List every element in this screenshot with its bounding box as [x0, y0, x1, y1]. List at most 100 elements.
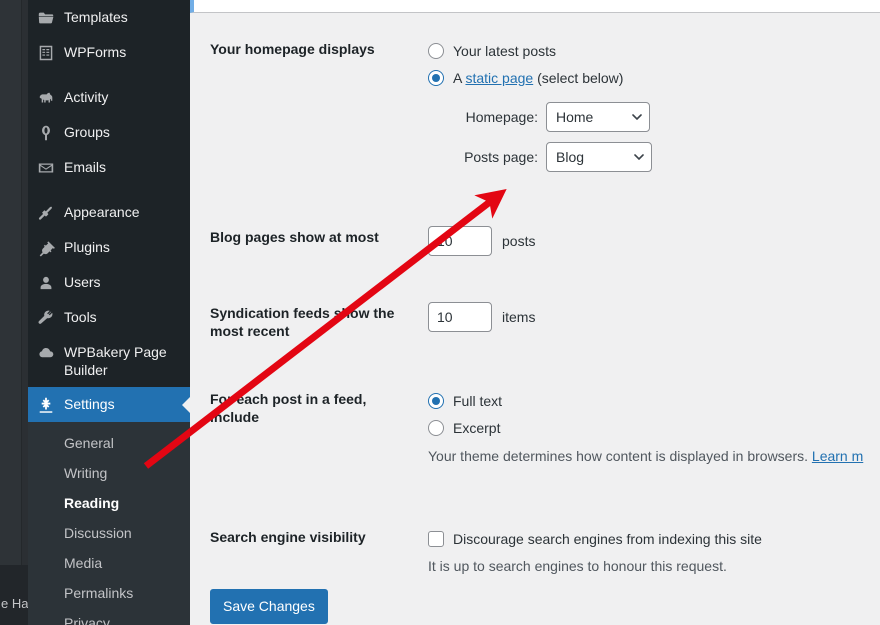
- radio-full-text[interactable]: Full text: [428, 391, 880, 411]
- settings-icon: [28, 395, 64, 414]
- submenu-item-media[interactable]: Media: [28, 548, 190, 578]
- form-icon: [28, 43, 64, 62]
- field-syndication-feeds: 10 items: [420, 290, 880, 344]
- field-search-visibility: Discourage search engines from indexing …: [420, 514, 880, 588]
- chevron-down-icon: [632, 114, 642, 120]
- admin-notice: [190, 0, 880, 13]
- posts-page-select-row: Posts page: Blog: [428, 142, 880, 172]
- label-homepage-displays: Your homepage displays: [210, 41, 375, 57]
- sidebar-item-label: Settings: [64, 396, 115, 412]
- posts-page-select[interactable]: Blog: [546, 142, 652, 172]
- sidebar-item-label: Appearance: [64, 204, 140, 220]
- radio-static-page[interactable]: A static page (select below): [428, 68, 880, 88]
- sidebar-item-tools[interactable]: Tools: [28, 300, 190, 335]
- settings-submenu: General Writing Reading Discussion Media Perm…: [28, 422, 190, 625]
- checkbox-discourage-search-engines[interactable]: Discourage search engines from indexing …: [428, 529, 880, 549]
- learn-more-link[interactable]: Learn m: [812, 448, 863, 464]
- save-changes-button[interactable]: Save Changes: [210, 589, 328, 624]
- sidebar-item-appearance[interactable]: Appearance: [28, 195, 190, 230]
- label-syndication-feeds: Syndication feeds show the most recent: [210, 305, 395, 339]
- submenu-item-writing[interactable]: Writing: [28, 458, 190, 488]
- homepage-select-value: Home: [556, 109, 594, 125]
- row-blog-pages: Blog pages show at most 10 posts: [190, 214, 880, 268]
- submit-area: Save Changes: [210, 589, 328, 624]
- row-homepage-displays: Your homepage displays Your latest posts…: [190, 26, 880, 184]
- sidebar-item-label: Activity: [64, 89, 109, 105]
- submenu-item-privacy[interactable]: Privacy: [28, 608, 190, 625]
- posts-page-select-label: Posts page:: [464, 149, 538, 165]
- static-page-text-after: (select below): [533, 70, 624, 86]
- label-blog-pages: Blog pages show at most: [210, 229, 379, 245]
- submenu-item-general[interactable]: General: [28, 428, 190, 458]
- radio-static-page-indicator[interactable]: [428, 70, 444, 86]
- row-feed-include: For each post in a feed, include Full te…: [190, 376, 880, 478]
- radio-static-page-label: A static page (select below): [453, 68, 623, 88]
- cloud-icon: [28, 343, 64, 362]
- sidebar-item-plugins[interactable]: Plugins: [28, 230, 190, 265]
- page-gutter-footer: [0, 565, 28, 625]
- page-gutter-inner: [0, 0, 22, 625]
- radio-full-text-indicator[interactable]: [428, 393, 444, 409]
- sidebar-item-label: Groups: [64, 124, 110, 140]
- sidebar-item-label: Users: [64, 274, 101, 290]
- static-page-link[interactable]: static page: [465, 70, 533, 86]
- label-search-visibility: Search engine visibility: [210, 529, 366, 545]
- homepage-select[interactable]: Home: [546, 102, 650, 132]
- feed-include-description-text: Your theme determines how content is dis…: [428, 448, 812, 464]
- sidebar-item-wpforms[interactable]: WPForms: [28, 35, 190, 70]
- sidebar-item-label: WPForms: [64, 44, 127, 60]
- radio-excerpt-indicator[interactable]: [428, 420, 444, 436]
- posts-page-select-value: Blog: [556, 149, 585, 165]
- blog-pages-suffix: posts: [502, 233, 536, 249]
- field-blog-pages: 10 posts: [420, 214, 880, 268]
- homepage-select-row: Homepage: Home: [428, 102, 880, 132]
- main-content: Your homepage displays Your latest posts…: [190, 0, 880, 625]
- radio-latest-posts[interactable]: Your latest posts: [428, 41, 880, 61]
- reading-settings-form: Your homepage displays Your latest posts…: [190, 26, 880, 588]
- sidebar-item-label: Plugins: [64, 239, 110, 255]
- checkbox-discourage-label: Discourage search engines from indexing …: [453, 531, 762, 547]
- blog-pages-input[interactable]: 10: [428, 226, 492, 256]
- radio-latest-posts-label: Your latest posts: [453, 43, 556, 59]
- blog-pages-input-row: 10 posts: [428, 226, 880, 256]
- submenu-item-discussion[interactable]: Discussion: [28, 518, 190, 548]
- syndication-feeds-input[interactable]: 10: [428, 302, 492, 332]
- radio-latest-posts-indicator[interactable]: [428, 43, 444, 59]
- feed-include-description: Your theme determines how content is dis…: [428, 446, 880, 466]
- sidebar-item-wpbakery-page-builder[interactable]: WPBakery Page Builder: [28, 335, 190, 387]
- field-feed-include: Full text Excerpt Your theme determines …: [420, 376, 880, 478]
- radio-excerpt[interactable]: Excerpt: [428, 418, 880, 438]
- groups-icon: [28, 123, 64, 142]
- syndication-feeds-input-row: 10 items: [428, 302, 880, 332]
- sidebar-item-templates[interactable]: Templates: [28, 0, 190, 35]
- sidebar-item-users[interactable]: Users: [28, 265, 190, 300]
- page-gutter: e Ha: [0, 0, 28, 625]
- submenu-item-permalinks[interactable]: Permalinks: [28, 578, 190, 608]
- folder-icon: [28, 8, 64, 27]
- wordpress-admin-reading-settings: e Ha Templates WPForms Activity Groups Email…: [0, 0, 880, 625]
- radio-excerpt-label: Excerpt: [453, 420, 501, 436]
- sidebar-item-label: Tools: [64, 309, 97, 325]
- search-visibility-description: It is up to search engines to honour thi…: [428, 558, 727, 574]
- sidebar-item-activity[interactable]: Activity: [28, 80, 190, 115]
- chevron-down-icon: [634, 154, 644, 160]
- row-search-visibility: Search engine visibility Discourage sear…: [190, 514, 880, 588]
- sidebar-item-label: WPBakery Page Builder: [64, 344, 167, 378]
- sidebar-item-groups[interactable]: Groups: [28, 115, 190, 150]
- submenu-item-reading[interactable]: Reading: [28, 488, 190, 518]
- sidebar-item-label: Emails: [64, 159, 107, 175]
- syndication-feeds-suffix: items: [502, 309, 536, 325]
- checkbox-discourage-indicator[interactable]: [428, 531, 444, 547]
- wrench-icon: [28, 308, 64, 327]
- brush-icon: [28, 203, 64, 222]
- label-feed-include: For each post in a feed, include: [210, 391, 367, 425]
- user-icon: [28, 273, 64, 292]
- activity-icon: [28, 88, 64, 107]
- page-gutter-partial-text: e Ha: [1, 596, 29, 611]
- row-syndication-feeds: Syndication feeds show the most recent 1…: [190, 290, 880, 354]
- sidebar-item-settings[interactable]: Settings: [28, 387, 190, 422]
- homepage-select-label: Homepage:: [465, 109, 538, 125]
- plugin-icon: [28, 238, 64, 257]
- admin-sidebar: Templates WPForms Activity Groups Emails Appe…: [28, 0, 190, 625]
- sidebar-item-emails[interactable]: Emails: [28, 150, 190, 185]
